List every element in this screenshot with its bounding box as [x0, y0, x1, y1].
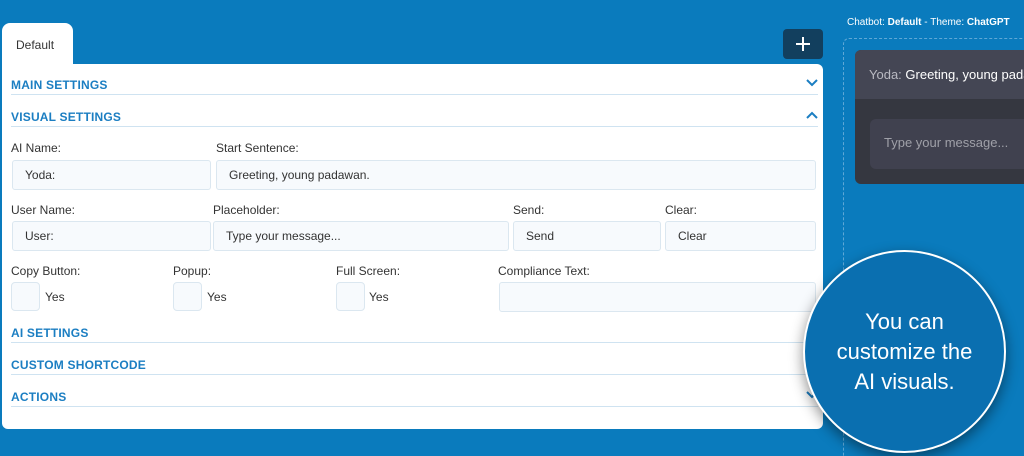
theme-name: ChatGPT	[966, 17, 1010, 28]
popup-checkbox[interactable]	[173, 282, 202, 311]
popup-yes: Yes	[207, 290, 227, 304]
placeholder-label: Placeholder:	[213, 203, 280, 217]
send-input[interactable]: Send	[513, 221, 661, 251]
user-name-input[interactable]: User:	[12, 221, 211, 251]
ai-name-label: AI Name:	[11, 141, 62, 155]
section-title: AI SETTINGS	[11, 326, 89, 340]
section-main-settings[interactable]: MAIN SETTINGS	[11, 75, 818, 95]
chevron-up-icon	[806, 111, 818, 119]
start-sentence-input[interactable]: Greeting, young padawan.	[216, 160, 816, 190]
chat-preview: Yoda: Greeting, young padawan. Type your…	[855, 50, 1024, 184]
settings-panel: MAIN SETTINGS VISUAL SETTINGS AI Name: Y…	[2, 64, 823, 429]
chat-message-input[interactable]: Type your message...	[870, 119, 1024, 169]
section-custom-shortcode[interactable]: CUSTOM SHORTCODE	[11, 355, 818, 375]
tab-default[interactable]: Default	[2, 23, 73, 65]
send-label: Send:	[513, 203, 545, 217]
add-chatbot-button[interactable]	[783, 29, 823, 59]
section-title: MAIN SETTINGS	[11, 78, 108, 92]
chevron-down-icon	[806, 79, 818, 87]
full-screen-label: Full Screen:	[336, 264, 401, 278]
section-actions[interactable]: ACTIONS	[11, 387, 818, 407]
chat-greeting: Greeting, young padawan.	[905, 67, 1024, 82]
clear-input[interactable]: Clear	[665, 221, 816, 251]
copy-button-checkbox[interactable]	[11, 282, 40, 311]
tab-label: Default	[16, 38, 55, 52]
copy-button-label: Copy Button:	[11, 264, 81, 278]
popup-label: Popup:	[173, 264, 212, 278]
compliance-text-label: Compliance Text:	[498, 264, 590, 278]
chat-message: Yoda: Greeting, young padawan.	[855, 50, 1024, 99]
full-screen-checkbox[interactable]	[336, 282, 365, 311]
caption-sep: - Theme:	[921, 17, 965, 28]
preview-caption: Chatbot: Default - Theme: ChatGPT	[847, 17, 1010, 28]
start-sentence-label: Start Sentence:	[216, 141, 299, 155]
placeholder-input[interactable]: Type your message...	[213, 221, 509, 251]
full-screen-yes: Yes	[369, 290, 389, 304]
callout-bubble: You can customize the AI visuals.	[803, 250, 1006, 453]
section-visual-settings[interactable]: VISUAL SETTINGS	[11, 107, 818, 127]
chatbot-name: Default	[887, 17, 922, 28]
section-title: VISUAL SETTINGS	[11, 110, 122, 124]
plus-icon	[796, 37, 810, 51]
section-title: CUSTOM SHORTCODE	[11, 358, 146, 372]
user-name-label: User Name:	[11, 203, 76, 217]
caption-prefix: Chatbot:	[847, 17, 885, 28]
ai-name-input[interactable]: Yoda:	[12, 160, 211, 190]
chat-ai-name: Yoda:	[869, 67, 902, 82]
callout-text: You can customize the AI visuals.	[836, 308, 973, 394]
clear-label: Clear:	[665, 203, 698, 217]
copy-button-yes: Yes	[45, 290, 65, 304]
compliance-text-input[interactable]	[499, 282, 816, 312]
section-title: ACTIONS	[11, 390, 67, 404]
section-ai-settings[interactable]: AI SETTINGS	[11, 323, 818, 343]
